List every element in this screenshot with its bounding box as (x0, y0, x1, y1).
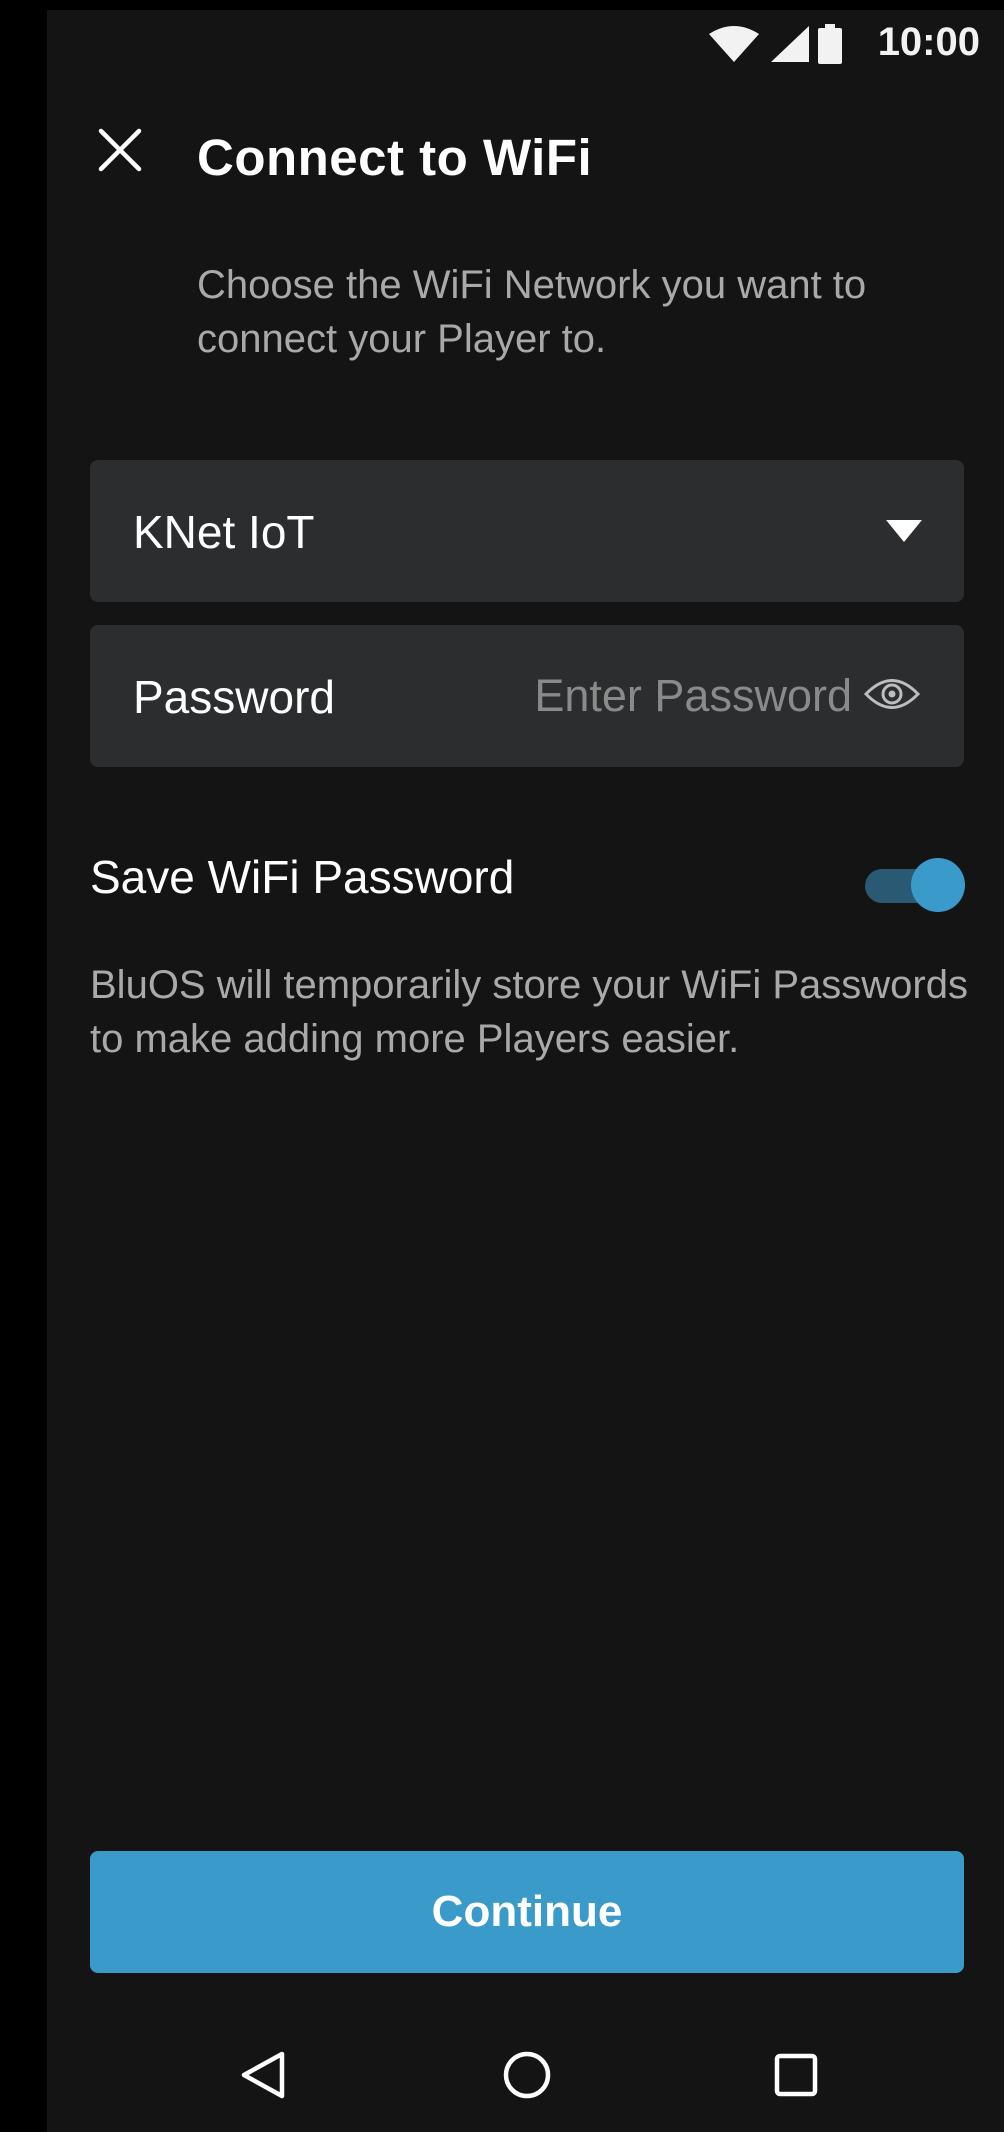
save-password-toggle[interactable] (865, 858, 965, 912)
network-select[interactable]: KNet IoT (90, 460, 964, 602)
page-title: Connect to WiFi (197, 129, 593, 186)
network-selected-value: KNet IoT (133, 506, 315, 558)
status-time: 10:00 (877, 20, 980, 64)
password-input[interactable] (510, 660, 854, 732)
battery-icon (818, 24, 842, 64)
save-password-label: Save WiFi Password (90, 851, 515, 903)
back-icon[interactable] (240, 2050, 286, 2100)
cellular-signal-icon (771, 26, 809, 62)
home-icon[interactable] (502, 2050, 552, 2100)
continue-button[interactable]: Continue (90, 1851, 964, 1973)
caret-down-icon (886, 520, 922, 542)
screen: 10:00 Connect to WiFi Choose the WiFi Ne… (47, 10, 1004, 2132)
close-icon[interactable] (97, 127, 143, 173)
toggle-knob (911, 858, 965, 912)
eye-icon[interactable] (864, 675, 920, 713)
password-field: Password (90, 625, 964, 767)
wifi-icon (709, 26, 759, 62)
status-bar: 10:00 (684, 10, 1004, 74)
page-subtitle: Choose the WiFi Network you want to conn… (197, 263, 867, 361)
recents-icon[interactable] (774, 2053, 818, 2097)
password-label: Password (133, 671, 335, 723)
save-password-description: BluOS will temporarily store your WiFi P… (90, 963, 968, 1061)
